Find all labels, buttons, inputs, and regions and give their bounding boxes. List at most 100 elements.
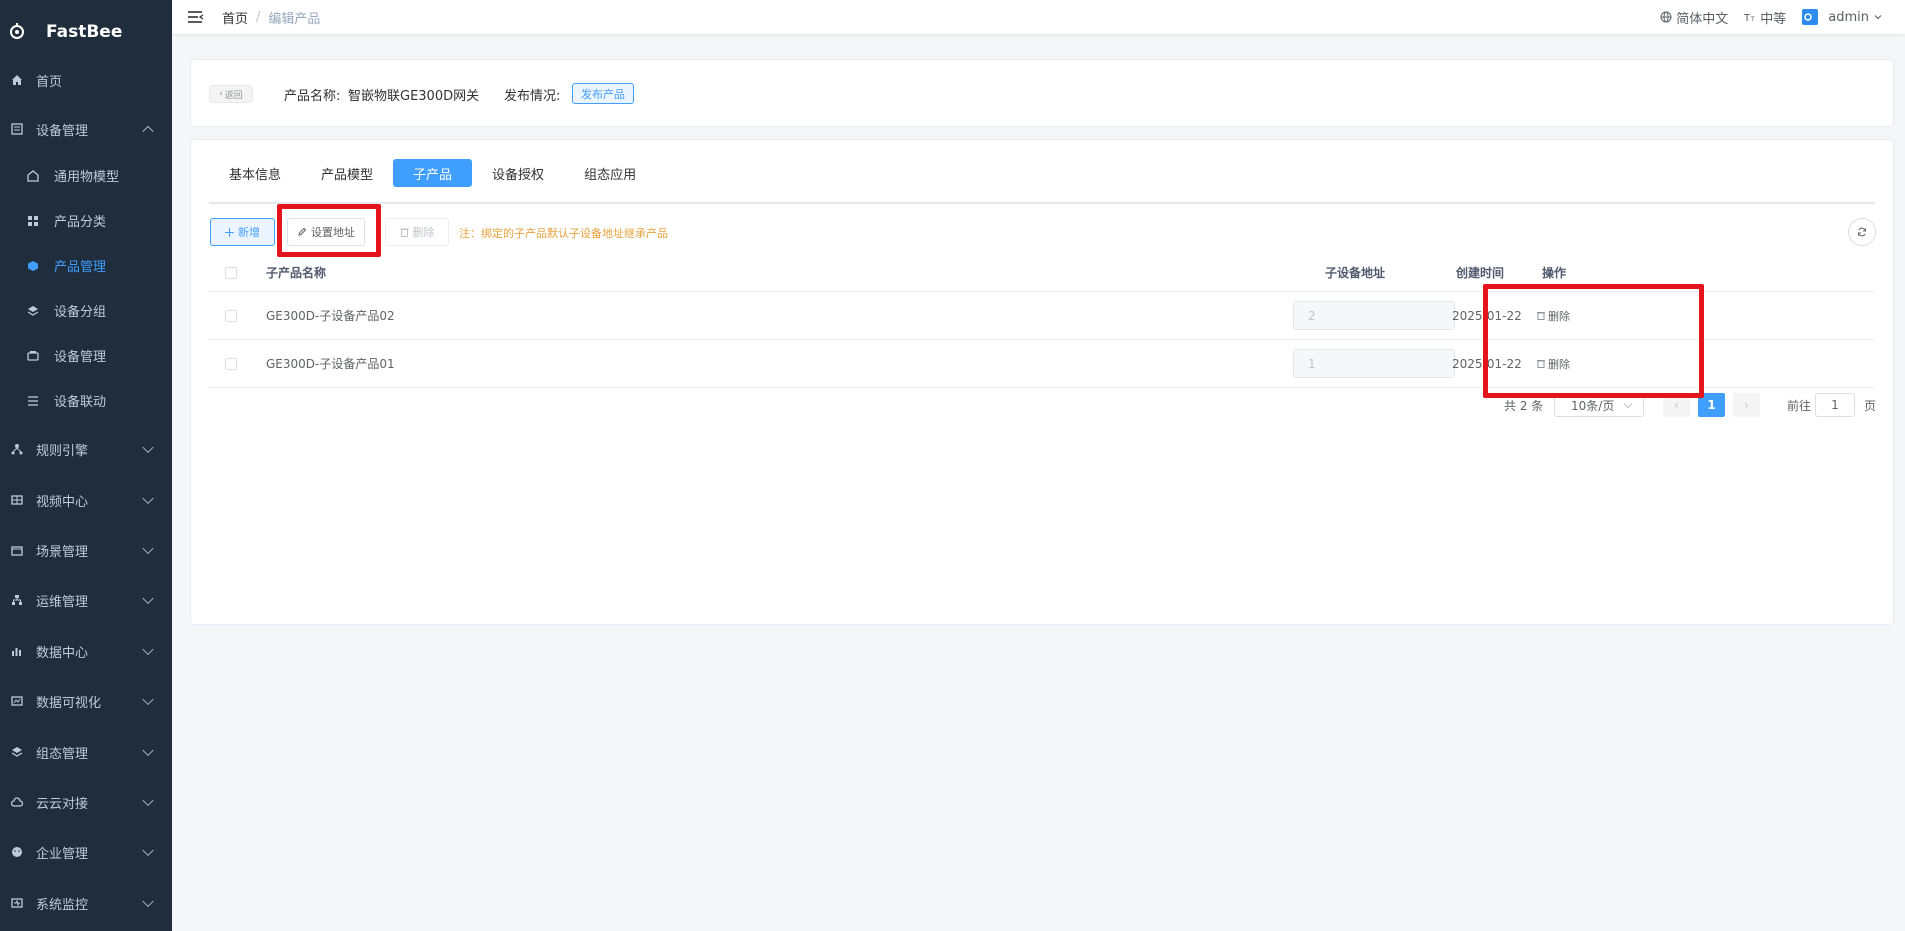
chevron-down-icon bbox=[142, 492, 154, 505]
header-checkbox-cell bbox=[225, 254, 237, 291]
highlight-set-address bbox=[277, 204, 381, 257]
sidebar-subitem-group[interactable]: 设备分组 bbox=[0, 288, 172, 333]
category-icon bbox=[26, 214, 40, 228]
next-page-button[interactable]: › bbox=[1733, 393, 1760, 417]
group-icon bbox=[26, 304, 40, 318]
sidebar-subitem-label: 设备分组 bbox=[54, 305, 107, 320]
device-icon bbox=[26, 349, 40, 363]
sidebar-item-enterprise[interactable]: 企业管理 bbox=[0, 827, 172, 877]
add-label: 新增 bbox=[238, 226, 260, 239]
tab-product-model[interactable]: 产品模型 bbox=[301, 159, 393, 187]
user-menu[interactable]: admin bbox=[1802, 9, 1887, 25]
address-input[interactable]: 1 bbox=[1293, 349, 1455, 378]
sidebar-item-scene[interactable]: 场景管理 bbox=[0, 525, 172, 575]
breadcrumb-home[interactable]: 首页 bbox=[222, 8, 248, 27]
sidebar-subitem-product-active[interactable]: 产品管理 bbox=[0, 243, 172, 288]
product-info-card: ‹ 返回 产品名称: 智嵌物联GE300D网关 发布情况: 发布产品 bbox=[190, 59, 1894, 127]
sidebar-item-label: 设备管理 bbox=[36, 123, 89, 139]
delete-button[interactable]: 删除 bbox=[385, 218, 449, 246]
chevron-down-icon bbox=[1623, 399, 1633, 409]
sidebar-item-label: 系统监控 bbox=[36, 897, 89, 913]
product-name-value: 智嵌物联GE300D网关 bbox=[348, 89, 480, 104]
monitor-icon bbox=[10, 896, 24, 910]
chevron-down-icon bbox=[142, 643, 154, 656]
chevron-down-icon bbox=[142, 693, 154, 706]
home-icon bbox=[10, 73, 24, 87]
add-button[interactable]: 新增 bbox=[210, 218, 275, 246]
sidebar-subitem-category[interactable]: 产品分类 bbox=[0, 198, 172, 243]
breadcrumb-current: 编辑产品 bbox=[268, 11, 321, 27]
select-all-checkbox[interactable] bbox=[225, 266, 237, 279]
device-manage-icon bbox=[10, 122, 24, 136]
sidebar-subitem-label: 产品分类 bbox=[54, 215, 107, 230]
sidebar-item-rule-engine[interactable]: 规则引擎 bbox=[0, 424, 172, 474]
font-size-switch[interactable]: TT 中等 bbox=[1744, 8, 1786, 27]
hamburger-icon[interactable] bbox=[188, 10, 204, 24]
rule-engine-icon bbox=[10, 442, 24, 456]
sidebar-subitem-label: 设备管理 bbox=[54, 350, 107, 365]
sidebar-subitem-label: 设备联动 bbox=[54, 395, 107, 410]
header-name: 子产品名称 bbox=[266, 266, 327, 280]
video-center-icon bbox=[10, 493, 24, 507]
chevron-down-icon bbox=[142, 895, 154, 908]
chevron-right-icon: › bbox=[1744, 398, 1749, 412]
sidebar-item-home[interactable]: 首页 bbox=[0, 55, 172, 105]
sidebar-item-data-center[interactable]: 数据中心 bbox=[0, 626, 172, 676]
goto-page-input[interactable]: 1 bbox=[1815, 393, 1855, 417]
tab-device-auth[interactable]: 设备授权 bbox=[472, 159, 564, 187]
tab-bar: 基本信息 产品模型 子产品 设备授权 组态应用 bbox=[209, 159, 656, 187]
chevron-down-icon bbox=[142, 794, 154, 807]
address-cell: 1 bbox=[1293, 340, 1455, 387]
chevron-down-icon bbox=[142, 844, 154, 857]
sidebar-item-label: 云云对接 bbox=[36, 796, 89, 812]
visualization-icon bbox=[10, 694, 24, 708]
pagination-total: 共 2 条 bbox=[1504, 399, 1544, 413]
chevron-up-icon bbox=[142, 125, 154, 138]
sidebar-item-device-management[interactable]: 设备管理 bbox=[0, 104, 172, 154]
sub-product-name: GE300D-子设备产品02 bbox=[266, 309, 395, 323]
goto-label: 前往 bbox=[1787, 399, 1812, 413]
sidebar-subitem-device[interactable]: 设备管理 bbox=[0, 333, 172, 378]
row-checkbox[interactable] bbox=[225, 309, 237, 322]
logo-text: FastBee bbox=[46, 22, 123, 42]
publish-product-button[interactable]: 发布产品 bbox=[572, 83, 634, 104]
back-label: 返回 bbox=[224, 90, 243, 101]
scada-icon bbox=[10, 745, 24, 759]
back-button[interactable]: ‹ 返回 bbox=[209, 85, 253, 103]
cloud-icon bbox=[10, 795, 24, 809]
sidebar-item-label: 首页 bbox=[36, 74, 63, 90]
highlight-address-column bbox=[1483, 284, 1704, 398]
svg-text:T: T bbox=[1750, 16, 1755, 23]
sidebar-item-scada[interactable]: 组态管理 bbox=[0, 727, 172, 777]
sidebar-item-ops[interactable]: 运维管理 bbox=[0, 575, 172, 625]
delete-label: 删除 bbox=[412, 226, 435, 239]
refresh-button[interactable] bbox=[1848, 218, 1876, 246]
chevron-left-icon: ‹ bbox=[219, 89, 223, 99]
breadcrumb: 首页 / 编辑产品 bbox=[222, 8, 320, 27]
sidebar-item-cloud[interactable]: 云云对接 bbox=[0, 777, 172, 827]
sidebar-item-video-center[interactable]: 视频中心 bbox=[0, 475, 172, 525]
address-cell: 2 bbox=[1293, 292, 1455, 339]
globe-icon bbox=[1660, 11, 1672, 23]
sidebar-subitem-linkage[interactable]: 设备联动 bbox=[0, 378, 172, 423]
sidebar: FastBee 首页 设备管理 通用物模型 产品分类 产品管理 设备分组 设备管… bbox=[0, 0, 172, 931]
language-switch[interactable]: 简体中文 bbox=[1660, 8, 1728, 27]
tab-sub-product[interactable]: 子产品 bbox=[393, 159, 473, 187]
data-center-icon bbox=[10, 644, 24, 658]
tab-scada-app[interactable]: 组态应用 bbox=[564, 159, 656, 187]
chevron-down-icon bbox=[1874, 15, 1882, 20]
address-input[interactable]: 2 bbox=[1293, 301, 1455, 330]
sidebar-item-label: 运维管理 bbox=[36, 594, 89, 610]
inherit-note: 注：绑定的子产品默认子设备地址继承产品 bbox=[459, 227, 668, 240]
sidebar-item-visualization[interactable]: 数据可视化 bbox=[0, 676, 172, 726]
sidebar-item-label: 场景管理 bbox=[36, 544, 89, 560]
sidebar-subitem-model[interactable]: 通用物模型 bbox=[0, 153, 172, 198]
sidebar-item-monitor[interactable]: 系统监控 bbox=[0, 878, 172, 928]
sub-product-name: GE300D-子设备产品01 bbox=[266, 357, 395, 371]
font-size-label: 中等 bbox=[1760, 11, 1787, 27]
ops-icon bbox=[10, 593, 24, 607]
sidebar-item-label: 组态管理 bbox=[36, 746, 89, 762]
row-checkbox[interactable] bbox=[225, 357, 237, 370]
avatar bbox=[1802, 9, 1819, 25]
tab-basic-info[interactable]: 基本信息 bbox=[209, 159, 301, 187]
